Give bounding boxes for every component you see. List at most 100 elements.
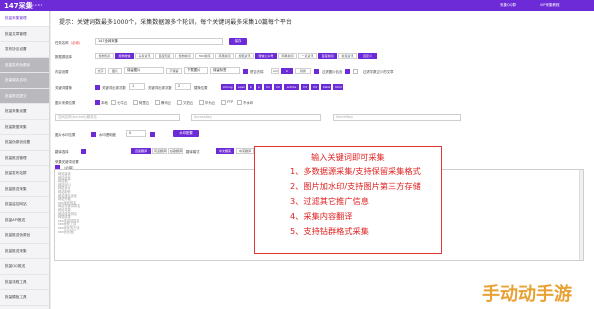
source-chip[interactable]: 凤凰新闻 (215, 53, 234, 59)
count-input[interactable]: 1 (129, 83, 145, 90)
location-option: 腾讯云 (161, 101, 172, 105)
source-chip[interactable]: 搜狗新闻 (175, 53, 194, 59)
sidebar-item[interactable]: 批量发布站群 (0, 166, 49, 182)
source-chip[interactable]: 搜狗知乎 (95, 53, 114, 59)
translate-chip[interactable]: 谷歌翻译 (168, 148, 183, 154)
tag-chip[interactable]: h4 (311, 84, 319, 90)
translate-chip[interactable]: 有道翻译 (152, 148, 167, 154)
sidebar-item[interactable]: 批量推送管理 (0, 151, 49, 166)
sidebar-item[interactable]: 批量推送采集 (0, 182, 49, 197)
sidebar-item[interactable]: 批量文章管理 (0, 27, 49, 42)
source-chip[interactable]: 搜狗微信 (115, 53, 134, 59)
option-chip[interactable]: 替换 (295, 68, 311, 74)
tag-chip[interactable]: table (321, 84, 331, 90)
save-button[interactable]: 保存 (229, 38, 247, 45)
checkbox[interactable] (91, 132, 96, 137)
source-chip[interactable]: 百度知道 (155, 53, 174, 59)
source-chip[interactable]: 搜狐资讯 (235, 53, 254, 59)
sidebar-item[interactable]: 批量模板工具 (0, 290, 49, 306)
replace-position-label: 替换位置 (194, 86, 208, 90)
content-settings-label: 内容设置 (55, 70, 69, 74)
option-chip[interactable]: b (281, 68, 293, 74)
checkbox[interactable] (314, 69, 319, 74)
tag-chip[interactable]: article (284, 84, 299, 90)
tag-select[interactable]: 保留标签 (210, 67, 240, 74)
sidebar-item[interactable]: 批量API推送 (0, 213, 49, 228)
sidebar-item[interactable]: 批量推送伪原创 (0, 228, 49, 244)
bucket-input[interactable]: 空间名称(bucket)/服务名 (55, 114, 180, 121)
option-chip[interactable]: 图片 (108, 68, 122, 74)
checkbox[interactable] (243, 69, 248, 74)
download-select[interactable]: 下载图片 (184, 67, 208, 74)
app-version: V1.2.8.1 (30, 3, 43, 7)
sidebar-item[interactable]: 批量域名自动 (0, 73, 49, 89)
tag-chip[interactable]: h3 (301, 84, 309, 90)
secretkey-input[interactable]: SecretKey (333, 114, 461, 121)
radio[interactable] (111, 100, 116, 105)
sidebar-item[interactable]: 批量采集设置 (0, 104, 49, 120)
checkbox[interactable] (95, 85, 100, 90)
radio[interactable] (155, 100, 160, 105)
source-chip[interactable]: 新浪资讯 (338, 53, 357, 59)
sidebar-item[interactable]: 批量推送提交 (0, 88, 49, 104)
textarea-scrollbar[interactable] (579, 170, 583, 260)
replace-label: 关键词替换 (55, 86, 72, 90)
sidebar-item[interactable]: 批量推送采集 (0, 244, 49, 259)
tag-chip[interactable]: html (333, 84, 343, 90)
sidebar-item[interactable]: 批量数据采集 (0, 120, 49, 135)
sidebar-item[interactable]: 批量采集管理 (0, 11, 49, 27)
option-chip[interactable]: 文字 (95, 68, 106, 74)
sidebar-item[interactable]: 批量发布伪原创 (0, 57, 49, 73)
sidebar-item[interactable]: 批量伪原创设置 (0, 135, 49, 151)
checkbox[interactable] (353, 69, 358, 74)
location-option: FTP (227, 100, 234, 104)
location-option: 阿里云 (139, 101, 150, 105)
source-chip[interactable]: 网易新闻 (278, 53, 297, 59)
tag-chip[interactable]: h2 (274, 84, 282, 90)
accesskey-input[interactable]: AccessKey (191, 114, 321, 121)
option-chip[interactable]: 不保留 (166, 68, 182, 74)
radio[interactable] (95, 100, 100, 105)
radio[interactable] (177, 100, 182, 105)
tag-chip[interactable]: p (256, 84, 262, 90)
mode-chip[interactable]: 中文翻英 (216, 148, 234, 154)
checkbox[interactable] (150, 132, 155, 137)
source-chip[interactable]: 百度新闻 (318, 53, 337, 59)
location-option: 又拍云 (183, 101, 194, 105)
watermark-config-button[interactable]: 水印配置 (173, 130, 199, 137)
radio[interactable] (221, 100, 226, 105)
callout-line: 3、过滤其它推广信息 (290, 196, 369, 206)
radio[interactable] (199, 100, 204, 105)
location-option: 不水印 (243, 101, 254, 105)
task-name-input[interactable]: 147全网采集 (95, 38, 223, 45)
source-chip[interactable]: 微信公众号 (255, 53, 277, 59)
vip-tutorial-link[interactable]: VIP采集教程 (540, 3, 560, 8)
tag-chip[interactable]: span (236, 84, 246, 90)
source-chip[interactable]: 自定义 (358, 53, 377, 59)
radio[interactable] (237, 100, 242, 105)
source-chip[interactable]: 头条资讯 (135, 53, 154, 59)
opacity-label: 水印透明度 (99, 133, 116, 137)
watermark-label: 图片水印位置 (55, 133, 76, 137)
option-chip[interactable]: strong (271, 68, 279, 74)
radio[interactable] (133, 100, 138, 105)
tag-chip[interactable]: b (248, 84, 254, 90)
sidebar-item[interactable]: 批量监控网站 (0, 197, 49, 213)
count-input[interactable]: 2 (175, 83, 191, 90)
top-bar: 147采集 V1.2.8.1 采集QQ群 VIP采集教程 (0, 0, 594, 11)
sidebar-item[interactable]: 批量QQ推送 (0, 259, 49, 275)
tag-chip[interactable]: strong (221, 84, 234, 90)
tag-chip[interactable]: h1 (264, 84, 272, 90)
sidebar-item[interactable]: 批量流程工具 (0, 275, 49, 290)
checkbox[interactable] (345, 69, 350, 74)
sidebar-item[interactable]: 发布协议设置 (0, 42, 49, 58)
translate-chip[interactable]: 百度翻译 (131, 148, 151, 154)
checkbox[interactable] (81, 149, 86, 154)
qq-group-link[interactable]: 采集QQ群 (500, 3, 516, 8)
mode-chip[interactable]: 中英翻译 (236, 148, 254, 154)
source-chip[interactable]: 一点资讯 (298, 53, 317, 59)
option-label: 是否去除 (250, 70, 264, 74)
source-chip[interactable]: 360新闻 (195, 53, 214, 59)
opacity-input[interactable]: 0 (126, 130, 146, 137)
image-mode-select[interactable]: 保留图片 (124, 67, 164, 74)
